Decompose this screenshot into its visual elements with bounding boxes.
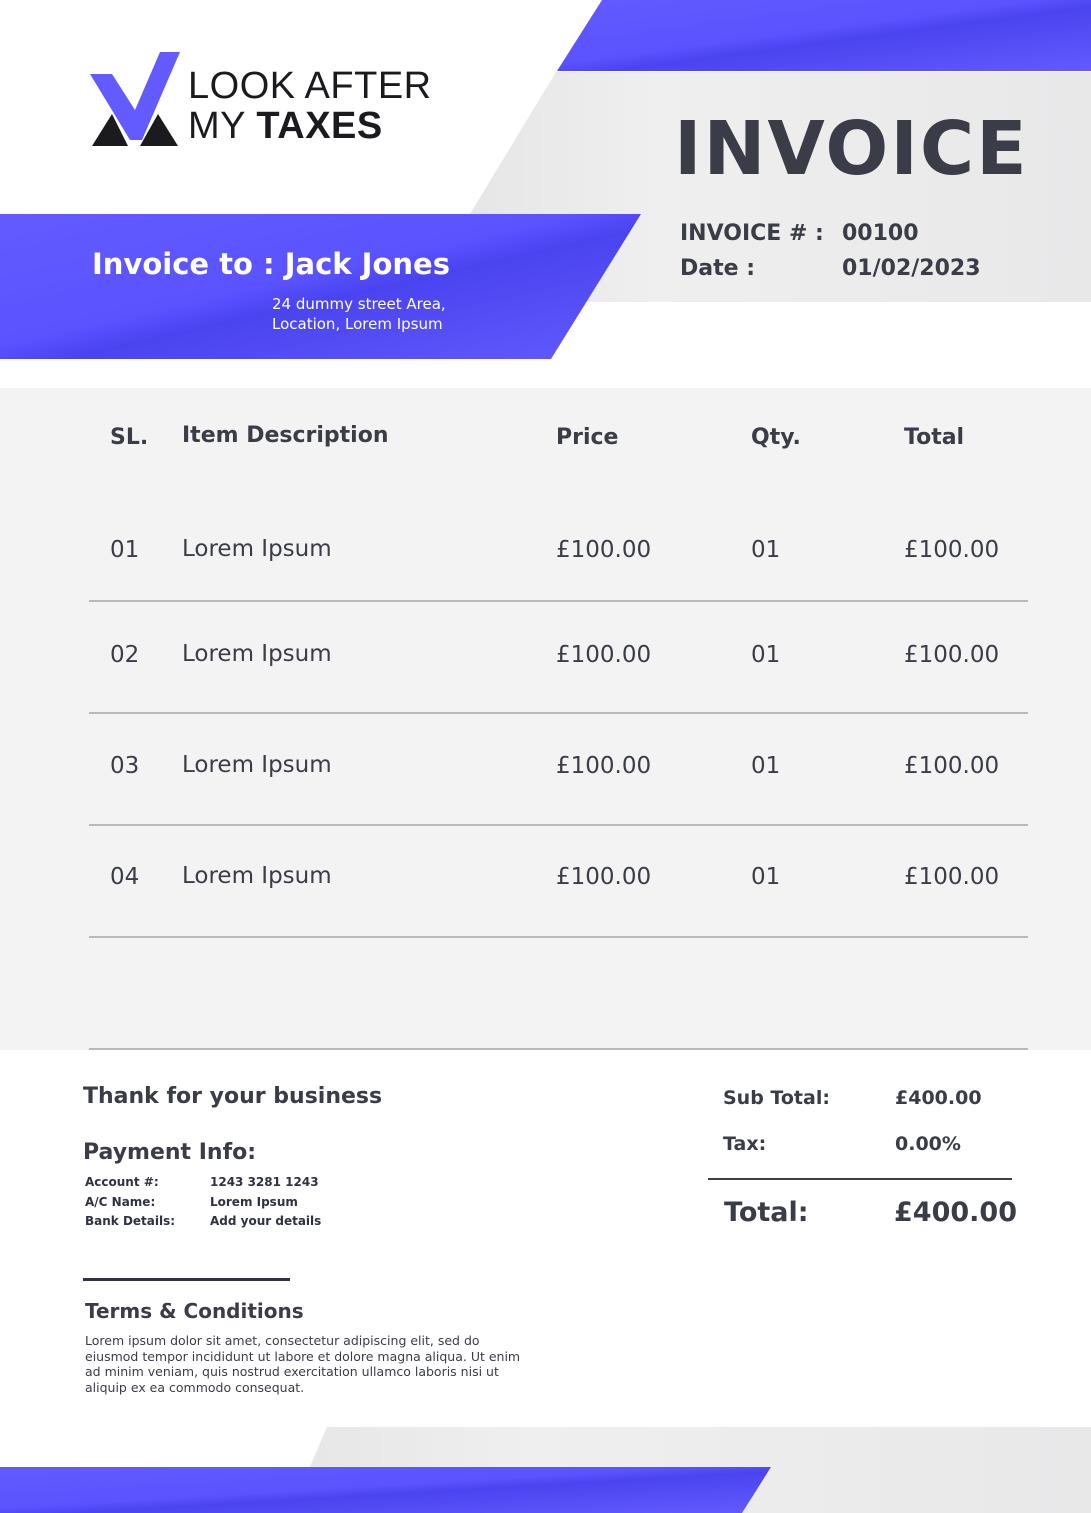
total-label: Total: — [724, 1197, 809, 1228]
column-header-total: Total — [904, 425, 965, 450]
row-divider — [89, 936, 1028, 938]
column-header-qty: Qty. — [751, 425, 801, 450]
invoice-number-label: INVOICE # : — [680, 221, 824, 246]
thanks-message: Thank for your business — [83, 1084, 383, 1109]
table-row-1-description: Lorem Ipsum — [182, 536, 332, 562]
invoice-date-value: 01/02/2023 — [842, 256, 981, 281]
table-row-2-qty: 01 — [751, 642, 781, 668]
address-line-2: Location, Lorem Ipsum — [272, 315, 443, 333]
logo — [90, 52, 182, 152]
invoice-title: INVOICE — [674, 106, 1029, 192]
footer-blue-band — [0, 1467, 771, 1513]
checkmark-logo-icon — [90, 52, 180, 146]
bill-to-title: Invoice to : Jack Jones — [92, 247, 450, 281]
invoice-date-label: Date : — [680, 256, 756, 281]
table-row-1-price: £100.00 — [556, 537, 652, 563]
payment-ac-name-value: Lorem Ipsum — [210, 1195, 298, 1209]
table-row-1-total: £100.00 — [904, 537, 1000, 563]
payment-info-title: Payment Info: — [83, 1140, 257, 1165]
summary-divider — [708, 1178, 1012, 1180]
invoice-page: LOOK AFTER MY TAXES INVOICE INVOICE # : … — [0, 0, 1091, 1513]
table-row-2-description: Lorem Ipsum — [182, 641, 332, 667]
table-row-3-total: £100.00 — [904, 753, 1000, 779]
column-header-description: Item Description — [182, 423, 389, 448]
subtotal-label: Sub Total: — [723, 1087, 830, 1109]
table-row-4-description: Lorem Ipsum — [182, 863, 332, 889]
header-blue-band — [557, 0, 1091, 71]
table-row-2-price: £100.00 — [556, 642, 652, 668]
table-background — [0, 388, 1091, 1050]
table-row-1-sl: 01 — [110, 537, 140, 563]
subtotal-value: £400.00 — [895, 1087, 982, 1109]
terms-text: Lorem ipsum dolor sit amet, consectetur … — [85, 1333, 521, 1395]
column-header-price: Price — [556, 425, 619, 450]
row-divider — [89, 1048, 1028, 1050]
table-row-3-description: Lorem Ipsum — [182, 752, 332, 778]
table-row-2-sl: 02 — [110, 642, 140, 668]
column-header-sl: SL. — [110, 425, 149, 450]
billto-blue-band — [0, 214, 641, 359]
row-divider — [89, 600, 1028, 602]
tax-value: 0.00% — [895, 1133, 961, 1155]
total-value: £400.00 — [894, 1197, 1017, 1228]
row-divider — [89, 824, 1028, 826]
payment-account-label: Account #: — [85, 1175, 159, 1189]
table-row-1-qty: 01 — [751, 537, 781, 563]
logo-line-1: LOOK AFTER — [188, 65, 432, 107]
payment-account-value: 1243 3281 1243 — [210, 1175, 319, 1189]
table-row-3-sl: 03 — [110, 753, 140, 779]
table-row-4-sl: 04 — [110, 864, 140, 890]
payment-ac-name-label: A/C Name: — [85, 1195, 156, 1209]
table-row-2-total: £100.00 — [904, 642, 1000, 668]
table-row-3-qty: 01 — [751, 753, 781, 779]
table-row-4-total: £100.00 — [904, 864, 1000, 890]
tax-label: Tax: — [723, 1133, 767, 1155]
terms-divider — [83, 1278, 290, 1281]
address-line-1: 24 dummy street Area, — [272, 295, 446, 313]
table-row-4-qty: 01 — [751, 864, 781, 890]
row-divider — [89, 712, 1028, 714]
table-row-4-price: £100.00 — [556, 864, 652, 890]
bill-to-address: 24 dummy street Area, Location, Lorem Ip… — [272, 294, 446, 334]
terms-title: Terms & Conditions — [85, 1299, 304, 1323]
invoice-number-value: 00100 — [842, 221, 919, 246]
logo-line-2: MY TAXES — [188, 105, 383, 147]
payment-bank-value: Add your details — [210, 1214, 322, 1228]
payment-bank-label: Bank Details: — [85, 1214, 176, 1228]
logo-wordmark: LOOK AFTER MY TAXES — [188, 66, 432, 146]
table-row-3-price: £100.00 — [556, 753, 652, 779]
